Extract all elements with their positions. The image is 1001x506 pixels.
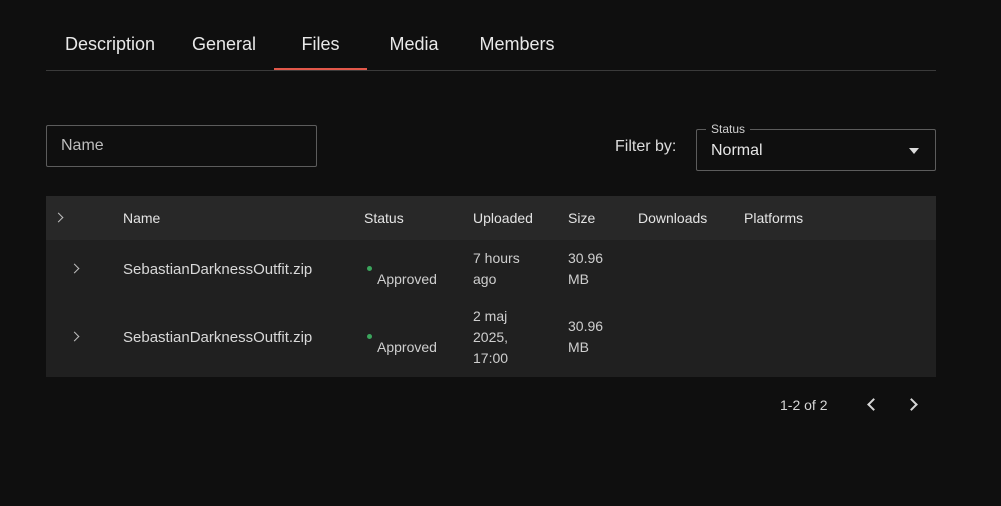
pagination-range: 1-2 of 2 [780,397,828,413]
previous-page-button[interactable] [861,394,883,414]
status-select-legend: Status [706,121,751,137]
file-status: Approved [377,339,437,355]
tab-media[interactable]: Media [374,20,454,70]
table-row[interactable]: SebastianDarknessOutfit.zip Approved 7 h… [46,240,936,308]
status-select-value: Normal [711,142,763,159]
file-status: Approved [377,271,437,287]
file-name: SebastianDarknessOutfit.zip [123,329,313,346]
table-row[interactable]: SebastianDarknessOutfit.zip Approved 2 m… [46,306,936,374]
expand-all-chevron-right-icon[interactable] [53,212,64,223]
file-size: 30.96 MB [568,250,604,287]
file-uploaded: 2 maj 2025, 17:00 [473,308,509,366]
chevron-right-icon [905,398,918,411]
files-table: Name Status Uploaded Size Downloads Plat… [46,196,936,377]
status-filter-select[interactable]: Status Normal [696,121,936,171]
column-header-status[interactable]: Status [364,210,404,226]
status-dot-icon [367,266,372,271]
column-header-name[interactable]: Name [123,210,160,226]
filter-label: Filter by: [615,138,677,155]
table-header: Name Status Uploaded Size Downloads Plat… [46,196,936,240]
file-name: SebastianDarknessOutfit.zip [123,261,313,278]
column-header-size[interactable]: Size [568,210,595,226]
name-search-input[interactable] [46,125,317,167]
column-header-downloads[interactable]: Downloads [638,210,707,226]
status-dot-icon [367,334,372,339]
tab-files[interactable]: Files [274,20,367,70]
tab-bar: Description General Files Media Members [46,20,936,71]
files-page: Description General Files Media Members … [0,0,1001,506]
caret-down-icon [909,148,919,154]
chevron-right-icon[interactable] [69,331,80,342]
next-page-button[interactable] [902,394,924,414]
tab-description[interactable]: Description [46,20,174,70]
chevron-right-icon[interactable] [69,263,80,274]
tab-general[interactable]: General [182,20,266,70]
tab-members[interactable]: Members [466,20,568,70]
chevron-left-icon [867,398,880,411]
column-header-platforms[interactable]: Platforms [744,210,803,226]
file-uploaded: 7 hours ago [473,250,520,287]
file-size: 30.96 MB [568,318,604,355]
column-header-uploaded[interactable]: Uploaded [473,210,533,226]
